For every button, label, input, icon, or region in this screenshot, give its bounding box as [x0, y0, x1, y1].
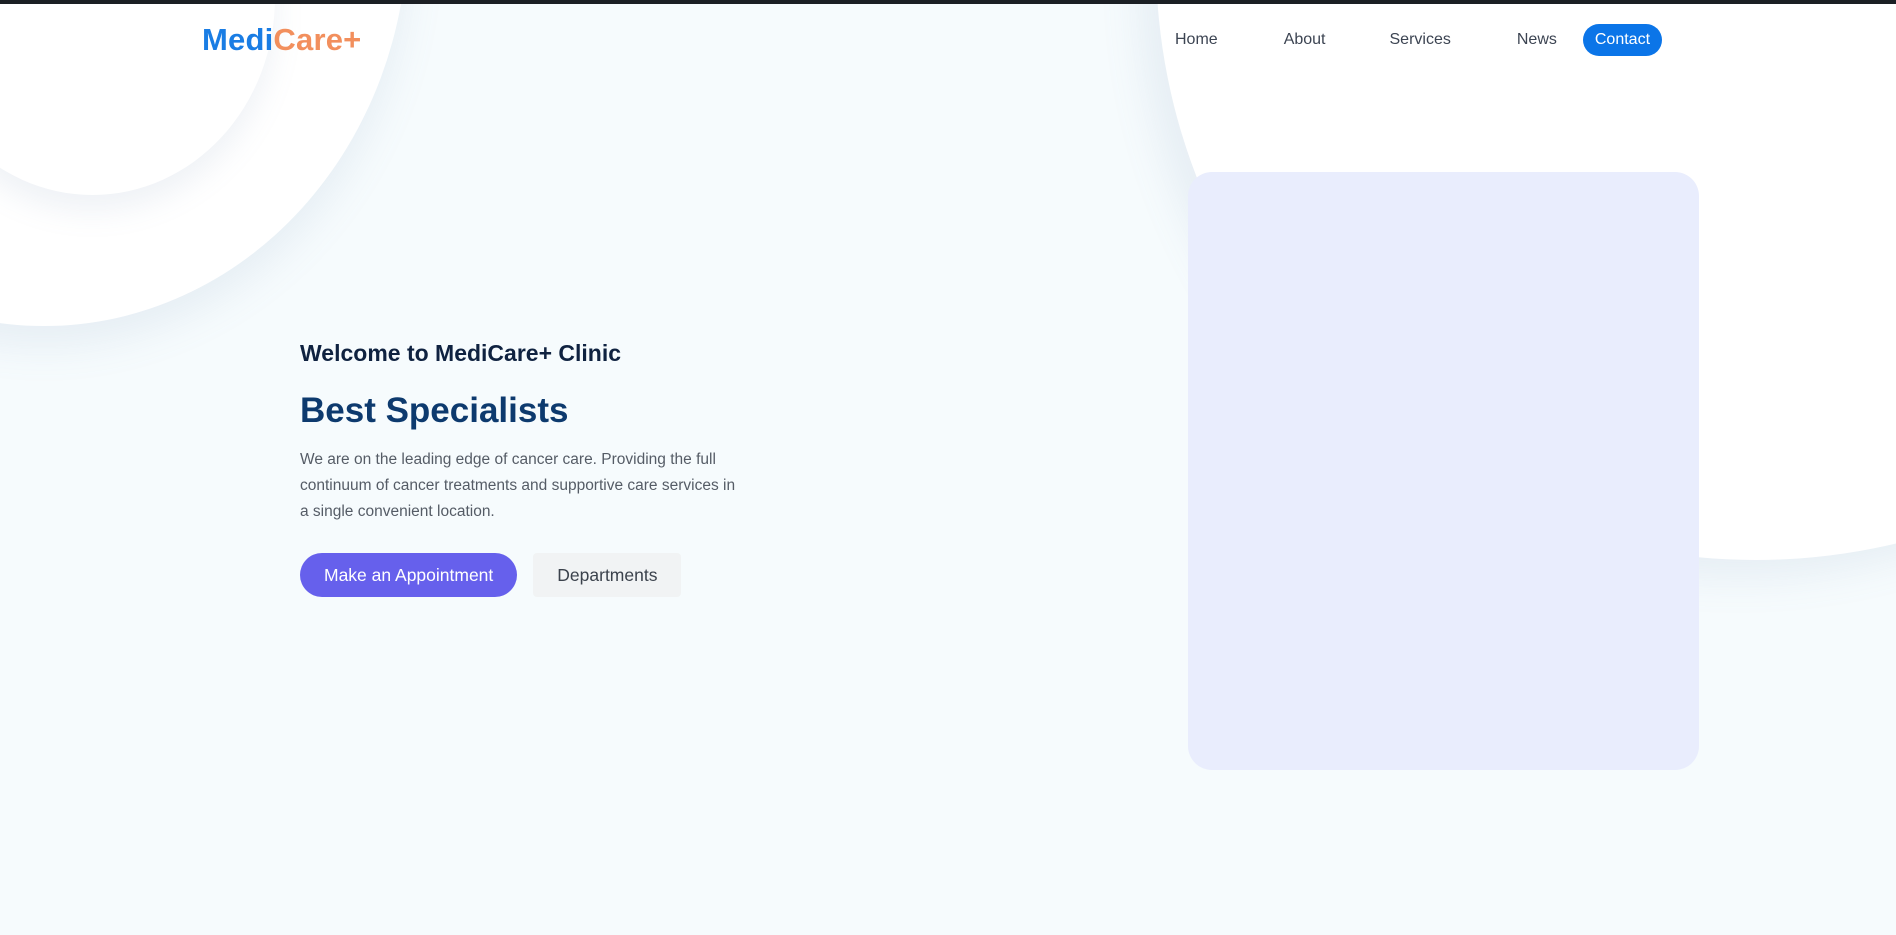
logo[interactable]: MediCare+ [202, 22, 361, 58]
nav-item-home[interactable]: Home [1175, 24, 1218, 56]
contact-button[interactable]: Contact [1582, 24, 1663, 56]
main-nav: Home About Services News Contact [1175, 24, 1663, 56]
departments-button[interactable]: Departments [533, 553, 682, 597]
hero-title: Best Specialists [300, 391, 569, 430]
hero-buttons: Make an Appointment Departments [300, 553, 760, 597]
hero-image-placeholder [1188, 172, 1699, 770]
nav-item-about[interactable]: About [1284, 24, 1326, 56]
site-header: MediCare+ Home About Services News Conta… [0, 0, 1896, 80]
logo-text-care: Care+ [273, 22, 362, 57]
logo-text-medi: Medi [202, 22, 274, 57]
page: MediCare+ Home About Services News Conta… [0, 0, 1896, 935]
hero-welcome-heading: Welcome to MediCare+ Clinic [300, 340, 622, 366]
hero-description: We are on the leading edge of cancer car… [300, 451, 736, 520]
make-appointment-button[interactable]: Make an Appointment [300, 553, 518, 597]
browser-top-strip [0, 0, 1896, 4]
hero-section: Welcome to MediCare+ Clinic Best Special… [300, 340, 760, 597]
nav-item-services[interactable]: Services [1390, 24, 1451, 56]
nav-item-news[interactable]: News [1517, 24, 1557, 56]
